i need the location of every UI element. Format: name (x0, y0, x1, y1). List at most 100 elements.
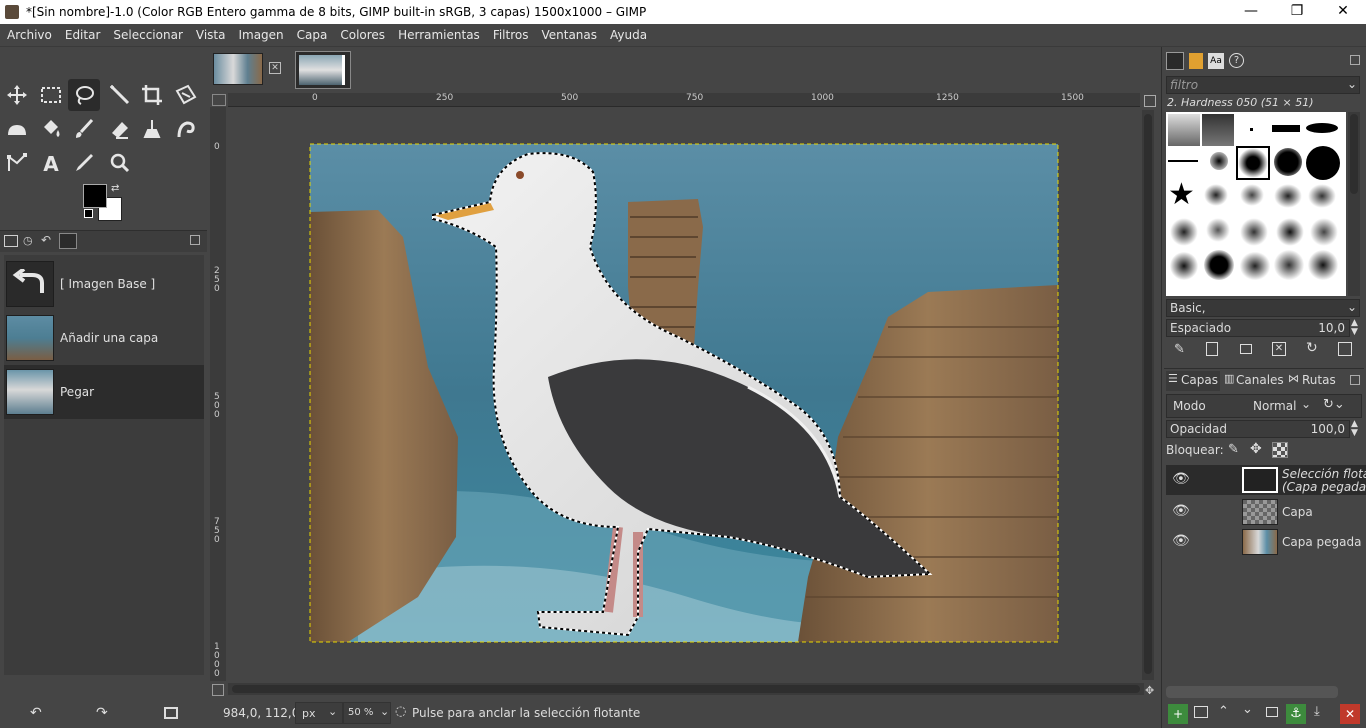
menu-editar[interactable]: Editar (58, 24, 107, 42)
spacing-slider[interactable]: Espaciado 10,0 (1166, 319, 1350, 337)
brush-thumbnail[interactable] (1272, 125, 1300, 132)
brush-thumbnail[interactable] (1204, 184, 1228, 206)
duplicate-layer-icon[interactable] (1266, 707, 1278, 717)
canvas-area[interactable] (228, 107, 1140, 681)
move-tool-icon[interactable] (1, 79, 33, 111)
device-status-tab-icon[interactable]: ◷ (23, 234, 33, 247)
paintbrush-tool-icon[interactable] (68, 113, 100, 145)
brush-thumbnail[interactable] (1168, 114, 1200, 146)
anchor-layer-icon[interactable]: ⚓ (1286, 704, 1306, 724)
new-brush-icon[interactable] (1206, 342, 1218, 356)
spin-arrows-icon[interactable]: ▲ ▼ (1351, 319, 1358, 337)
history-item-selected[interactable]: Pegar (4, 365, 204, 419)
quickmask-toggle-icon[interactable] (212, 684, 224, 696)
patterns-tab-icon[interactable] (1189, 53, 1203, 69)
brush-thumbnail[interactable] (1204, 250, 1234, 280)
lock-position-icon[interactable]: ✥ (1250, 441, 1262, 457)
undo-history-tab-icon[interactable]: ↶ (41, 233, 51, 247)
paths-tool-icon[interactable] (1, 147, 33, 179)
undo-icon[interactable]: ↶ (30, 705, 42, 721)
brush-thumbnail[interactable] (1308, 250, 1338, 280)
rect-select-tool-icon[interactable] (35, 79, 67, 111)
scrollbar-thumb[interactable] (1144, 114, 1152, 674)
default-colors-icon[interactable] (84, 209, 93, 218)
dock-menu-icon[interactable] (190, 235, 200, 245)
history-item[interactable]: Añadir una capa (4, 311, 204, 365)
brush-thumbnail[interactable] (1240, 184, 1264, 206)
horizontal-ruler[interactable]: 0 250 500 750 1000 1250 1500 (228, 93, 1140, 107)
close-button[interactable]: ✕ (1320, 0, 1366, 24)
layer-row[interactable]: 👁 Capa pegada (1166, 527, 1366, 557)
brush-thumbnail-selected[interactable] (1236, 146, 1270, 180)
vertical-ruler[interactable]: 0 2 5 0 5 0 0 7 5 0 1 0 0 0 (210, 107, 226, 681)
new-layer-icon[interactable]: + (1168, 704, 1188, 724)
brush-thumbnail[interactable] (1274, 250, 1304, 280)
brush-filter-input[interactable]: filtro ⌄ (1166, 76, 1360, 94)
image-tab-thumbnail[interactable] (213, 53, 263, 85)
brush-thumbnail[interactable] (1210, 152, 1228, 170)
brush-thumbnail[interactable] (1170, 218, 1198, 246)
swap-colors-icon[interactable]: ⇄ (111, 183, 119, 194)
brush-thumbnail[interactable] (1250, 128, 1253, 131)
history-item[interactable]: [ Imagen Base ] (4, 257, 204, 311)
foreground-color-swatch[interactable] (83, 184, 107, 208)
brush-thumbnail[interactable] (1206, 218, 1230, 242)
spin-arrows-icon[interactable]: ▲ ▼ (1351, 420, 1358, 438)
new-layer-group-icon[interactable] (1194, 706, 1208, 718)
menu-colores[interactable]: Colores (333, 24, 391, 42)
lock-alpha-icon[interactable] (1272, 442, 1288, 458)
menu-seleccionar[interactable]: Seleccionar (106, 24, 188, 42)
menu-herramientas[interactable]: Herramientas (391, 24, 486, 42)
raise-layer-icon[interactable]: ⌃ (1218, 704, 1229, 719)
lock-pixels-icon[interactable]: ✎ (1228, 442, 1239, 457)
tab-layers[interactable]: ☰ Capas (1166, 371, 1220, 391)
close-tab-icon[interactable]: ✕ (269, 62, 281, 74)
duplicate-brush-icon[interactable] (1240, 344, 1252, 354)
text-tool-icon[interactable]: A (35, 147, 67, 179)
brush-grid[interactable]: ★ (1166, 112, 1346, 296)
brush-thumbnail[interactable] (1240, 252, 1270, 280)
eye-icon[interactable]: 👁 (1172, 503, 1190, 519)
brush-preset-select[interactable]: Basic, ⌄ (1166, 299, 1360, 317)
merge-layer-icon[interactable]: ⤓ (1314, 704, 1320, 719)
lower-layer-icon[interactable]: ⌄ (1242, 702, 1253, 717)
tab-channels[interactable]: ▥ Canales (1222, 371, 1286, 391)
transform-tool-icon[interactable] (170, 79, 202, 111)
menu-filtros[interactable]: Filtros (486, 24, 535, 42)
smudge-tool-icon[interactable] (170, 113, 202, 145)
color-picker-tool-icon[interactable] (68, 147, 100, 179)
zoom-fit-icon[interactable] (1144, 95, 1156, 107)
fonts-tab-icon[interactable]: Aa (1208, 53, 1224, 69)
menu-ayuda[interactable]: Ayuda (603, 24, 653, 42)
mode-select[interactable]: Normal (1253, 399, 1296, 413)
open-brush-as-image-icon[interactable] (1338, 342, 1352, 356)
clear-history-icon[interactable] (164, 707, 178, 719)
brush-thumbnail[interactable] (1274, 148, 1302, 176)
brush-thumbnail[interactable] (1310, 218, 1338, 246)
opacity-slider[interactable]: Opacidad 100,0 (1166, 420, 1350, 438)
brush-thumbnail[interactable] (1168, 160, 1198, 162)
eye-icon[interactable]: 👁 (1172, 471, 1190, 487)
brush-scrollbar[interactable] (1348, 112, 1360, 296)
brush-thumbnail[interactable] (1308, 184, 1336, 208)
scrollbar-thumb[interactable] (1350, 114, 1358, 194)
star-brush-icon[interactable]: ★ (1168, 178, 1195, 212)
ruler-corner[interactable] (212, 94, 226, 106)
brushes-tab-icon[interactable] (1166, 52, 1184, 70)
brush-thumbnail[interactable] (1202, 114, 1234, 146)
tool-options-tab-icon[interactable] (4, 235, 18, 247)
menu-imagen[interactable]: Imagen (231, 24, 289, 42)
brush-thumbnail[interactable] (1306, 146, 1340, 180)
dock-menu-icon[interactable] (1350, 375, 1360, 385)
brush-thumbnail[interactable] (1306, 123, 1338, 133)
eye-icon[interactable]: 👁 (1172, 533, 1190, 549)
warp-tool-icon[interactable] (1, 113, 33, 145)
fuzzy-select-tool-icon[interactable] (104, 79, 136, 111)
lasso-tool-icon[interactable] (68, 79, 100, 111)
scrollbar-thumb[interactable] (232, 685, 1140, 693)
maximize-button[interactable]: ❐ (1274, 0, 1320, 24)
help-tab-icon[interactable]: ? (1229, 53, 1244, 68)
brush-thumbnail[interactable] (1240, 218, 1268, 246)
clone-tool-icon[interactable] (136, 113, 168, 145)
tab-paths[interactable]: ⋈ Rutas (1288, 371, 1344, 391)
